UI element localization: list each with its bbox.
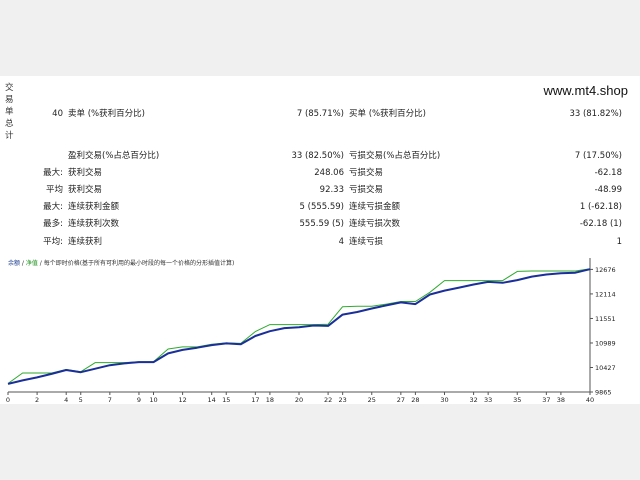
summary-row-max-consecutive: 最大: 连续获利金额 5 (555.59) 连续亏损金额 1 (-62.18) [0, 199, 640, 215]
avg-consec-losses-label: 连续亏损 [349, 237, 384, 247]
x-tick-label: 33 [484, 396, 492, 404]
site-watermark: www.mt4.shop [543, 83, 628, 98]
x-tick-label: 32 [469, 396, 477, 404]
long-positions-label: 买单 (%获利百分比) [349, 109, 426, 119]
x-tick-label: 12 [178, 396, 186, 404]
average-loss-label: 亏损交易 [349, 185, 384, 195]
x-tick-label: 4 [64, 396, 68, 404]
y-tick-label: 10989 [595, 339, 616, 347]
summary-row-average-consecutive: 平均: 连续获利 4 连续亏损 1 [0, 234, 640, 250]
y-tick-label: 12676 [595, 266, 616, 274]
largest-profit-value: 248.06 [314, 168, 344, 178]
y-tick-label: 12114 [595, 290, 616, 298]
summary-row-trades: 40 卖单 (%获利百分比) 7 (85.71%) 买单 (%获利百分比) 33… [0, 106, 640, 122]
short-positions-value: 7 (85.71%) [296, 109, 344, 119]
max-consec-wins-value: 5 (555.59) [299, 202, 344, 212]
x-tick-label: 27 [397, 396, 405, 404]
max-consec-losses-label: 连续亏损金额 [349, 202, 401, 212]
x-tick-label: 35 [513, 396, 521, 404]
summary-row-profit-loss-trades: 盈利交易(%占总百分比) 33 (82.50%) 亏损交易(%占总百分比) 7 … [0, 148, 640, 164]
maximal-consec-profit-value: 555.59 (5) [299, 219, 344, 229]
largest-prefix: 最大: [43, 168, 63, 178]
avg-consec-losses-value: 1 [616, 237, 622, 247]
long-positions-value: 33 (81.82%) [569, 109, 622, 119]
avg-consec-wins-value: 4 [338, 237, 344, 247]
max-consec-wins-label: 连续获利金额 [68, 202, 120, 212]
x-tick-label: 10 [149, 396, 157, 404]
average-profit-value: 92.33 [319, 185, 344, 195]
largest-profit-label: 获利交易 [68, 168, 103, 178]
side-label-char: 交 [5, 83, 14, 93]
short-positions-label: 卖单 (%获利百分比) [68, 109, 145, 119]
y-tick-label: 11551 [595, 315, 616, 323]
x-tick-label: 0 [6, 396, 10, 404]
average-prefix: 平均 [45, 185, 63, 195]
x-tick-label: 23 [339, 396, 347, 404]
side-label-char: 易 [5, 95, 14, 105]
x-tick-label: 5 [79, 396, 83, 404]
window-background-bottom [0, 404, 640, 480]
loss-trades-label: 亏损交易(%占总百分比) [349, 151, 441, 161]
max-consec-losses-value: 1 (-62.18) [579, 202, 622, 212]
y-tick-label: 9865 [595, 389, 612, 397]
profit-trades-value: 33 (82.50%) [291, 151, 344, 161]
summary-row-maximal-consecutive: 最多: 连续获利次数 555.59 (5) 连续亏损次数 -62.18 (1) [0, 216, 640, 232]
loss-trades-value: 7 (17.50%) [574, 151, 622, 161]
y-tick-label: 10427 [595, 364, 616, 372]
x-tick-label: 18 [266, 396, 274, 404]
total-trades-value: 40 [52, 109, 63, 119]
window-background-top [0, 0, 640, 76]
side-label-char: 计 [5, 131, 14, 141]
maximal-prefix: 最多: [43, 219, 63, 229]
x-tick-label: 37 [542, 396, 550, 404]
x-tick-label: 14 [208, 396, 216, 404]
summary-row-largest: 最大: 获利交易 248.06 亏损交易 -62.18 [0, 165, 640, 181]
x-tick-label: 7 [108, 396, 112, 404]
x-tick-label: 25 [368, 396, 376, 404]
avg-consec-prefix: 平均: [43, 237, 63, 247]
balance-equity-chart: 0 2 4 5 7 9 10 12 14 15 17 18 20 22 23 25 27 28 30 32 33 35 37… [6, 258, 616, 404]
profit-trades-label: 盈利交易(%占总百分比) [68, 151, 160, 161]
largest-loss-value: -62.18 [594, 168, 622, 178]
balance-series-line [7, 268, 591, 385]
x-tick-label: 9 [137, 396, 141, 404]
x-tick-label: 17 [251, 396, 259, 404]
x-tick-label: 20 [295, 396, 303, 404]
x-tick-label: 30 [440, 396, 448, 404]
x-tick-label: 40 [586, 396, 594, 404]
x-tick-label: 28 [411, 396, 419, 404]
summary-row-average: 平均 获利交易 92.33 亏损交易 -48.99 [0, 182, 640, 198]
max-prefix: 最大: [43, 202, 63, 212]
x-tick-label: 38 [557, 396, 565, 404]
avg-consec-wins-label: 连续获利 [68, 237, 103, 247]
average-profit-label: 获利交易 [68, 185, 103, 195]
average-loss-value: -48.99 [594, 185, 622, 195]
x-tick-label: 2 [35, 396, 39, 404]
maximal-consec-loss-label: 连续亏损次数 [349, 219, 401, 229]
maximal-consec-profit-label: 连续获利次数 [68, 219, 120, 229]
largest-loss-label: 亏损交易 [349, 168, 384, 178]
x-tick-label: 15 [222, 396, 230, 404]
equity-series-line [7, 268, 591, 384]
maximal-consec-loss-value: -62.18 (1) [579, 219, 622, 229]
x-tick-label: 22 [324, 396, 332, 404]
